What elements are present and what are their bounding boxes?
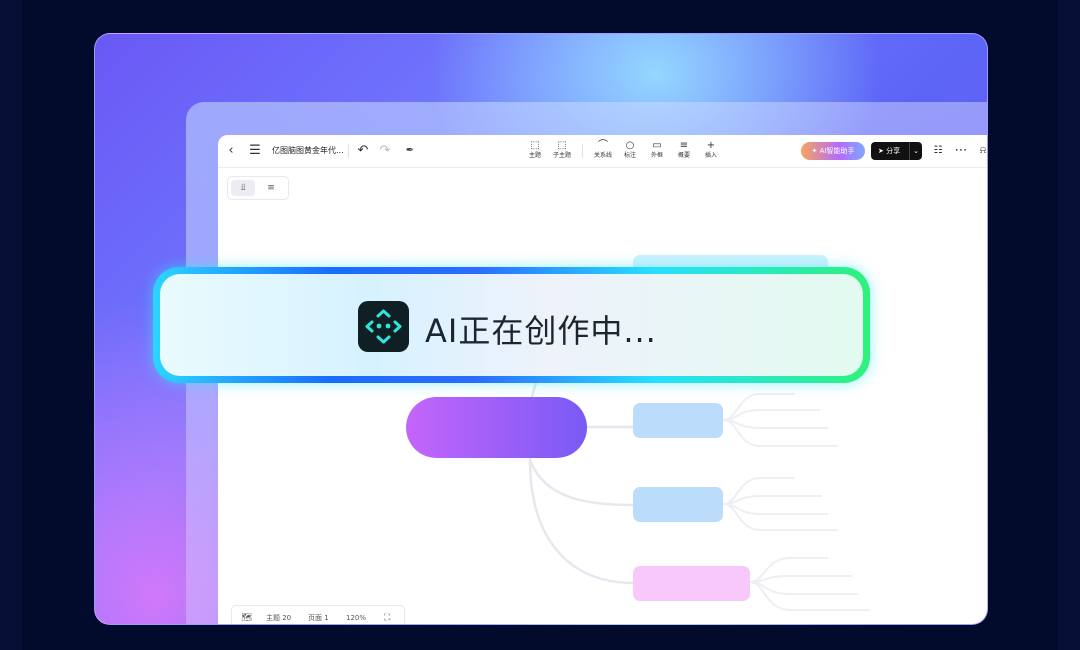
top-toolbar: ‹ ☰ 亿图脑图黄金年代... ↶ ↷ ✒ ⬚ 主题 ⬚ 子主题 ⌒ 关系线 ○… [218, 135, 987, 168]
page-count: 页面 1 [308, 614, 329, 622]
right-edge-stripe [1058, 0, 1080, 650]
more-icon[interactable]: ⋯ [953, 144, 969, 158]
share-label: 分享 [886, 147, 901, 155]
share-button[interactable]: ➤ 分享 ⌄ [871, 142, 922, 160]
tool-insert[interactable]: + 插入 [695, 140, 727, 160]
ai-spark-icon: ✦ [811, 147, 818, 155]
map-icon[interactable]: 🗺 [241, 606, 252, 624]
toolbar-divider [348, 144, 349, 158]
status-bar: 🗺 主题 20 页面 1 120% ⛶ [231, 605, 405, 624]
ai-robot-icon [358, 301, 409, 352]
redo-icon[interactable]: ↷ [378, 144, 392, 158]
tool-subtopic-label: 子主题 [552, 152, 571, 159]
back-arrow-icon[interactable]: ‹ [224, 144, 238, 158]
subtopic-icon: ⬚ [557, 140, 567, 151]
banner-body: AI正在创作中... [160, 274, 863, 376]
topic-count: 主题 20 [266, 614, 292, 622]
chevron-down-icon[interactable]: ⌄ [909, 142, 922, 160]
apps-grid-icon[interactable]: ☷ [931, 144, 945, 158]
format-painter-icon[interactable]: ✒ [403, 144, 417, 158]
plus-icon: + [706, 140, 716, 151]
view-toggle: ⫫ ≡ [227, 176, 289, 200]
zoom-level[interactable]: 120% [346, 606, 366, 624]
outline-view-icon[interactable]: ≡ [259, 180, 283, 196]
tool-insert-label: 插入 [704, 152, 717, 159]
tool-subtopic[interactable]: ⬚ 子主题 [546, 140, 578, 160]
topic-node[interactable] [633, 487, 723, 522]
fullscreen-icon[interactable]: ⛶ [384, 606, 390, 624]
menu-icon[interactable]: ☰ [248, 144, 262, 158]
undo-icon[interactable]: ↶ [356, 144, 370, 158]
ai-creating-banner: AI正在创作中... [153, 267, 870, 383]
left-edge-stripe [0, 0, 22, 650]
send-icon: ➤ [878, 147, 884, 155]
ai-status-text: AI正在创作中... [425, 312, 657, 350]
topic-node[interactable] [633, 403, 723, 438]
ai-assistant-button[interactable]: ✦ AI智能助手 [801, 142, 865, 160]
ai-assistant-label: AI智能助手 [819, 147, 855, 155]
document-title[interactable]: 亿图脑图黄金年代... [272, 145, 344, 156]
toolbar-divider [582, 144, 583, 158]
topic-node-pink[interactable] [633, 566, 750, 601]
bell-icon[interactable]: ⍾ [977, 144, 987, 158]
mindmap-view-icon[interactable]: ⫫ [231, 180, 255, 196]
root-topic-node[interactable] [406, 397, 587, 458]
